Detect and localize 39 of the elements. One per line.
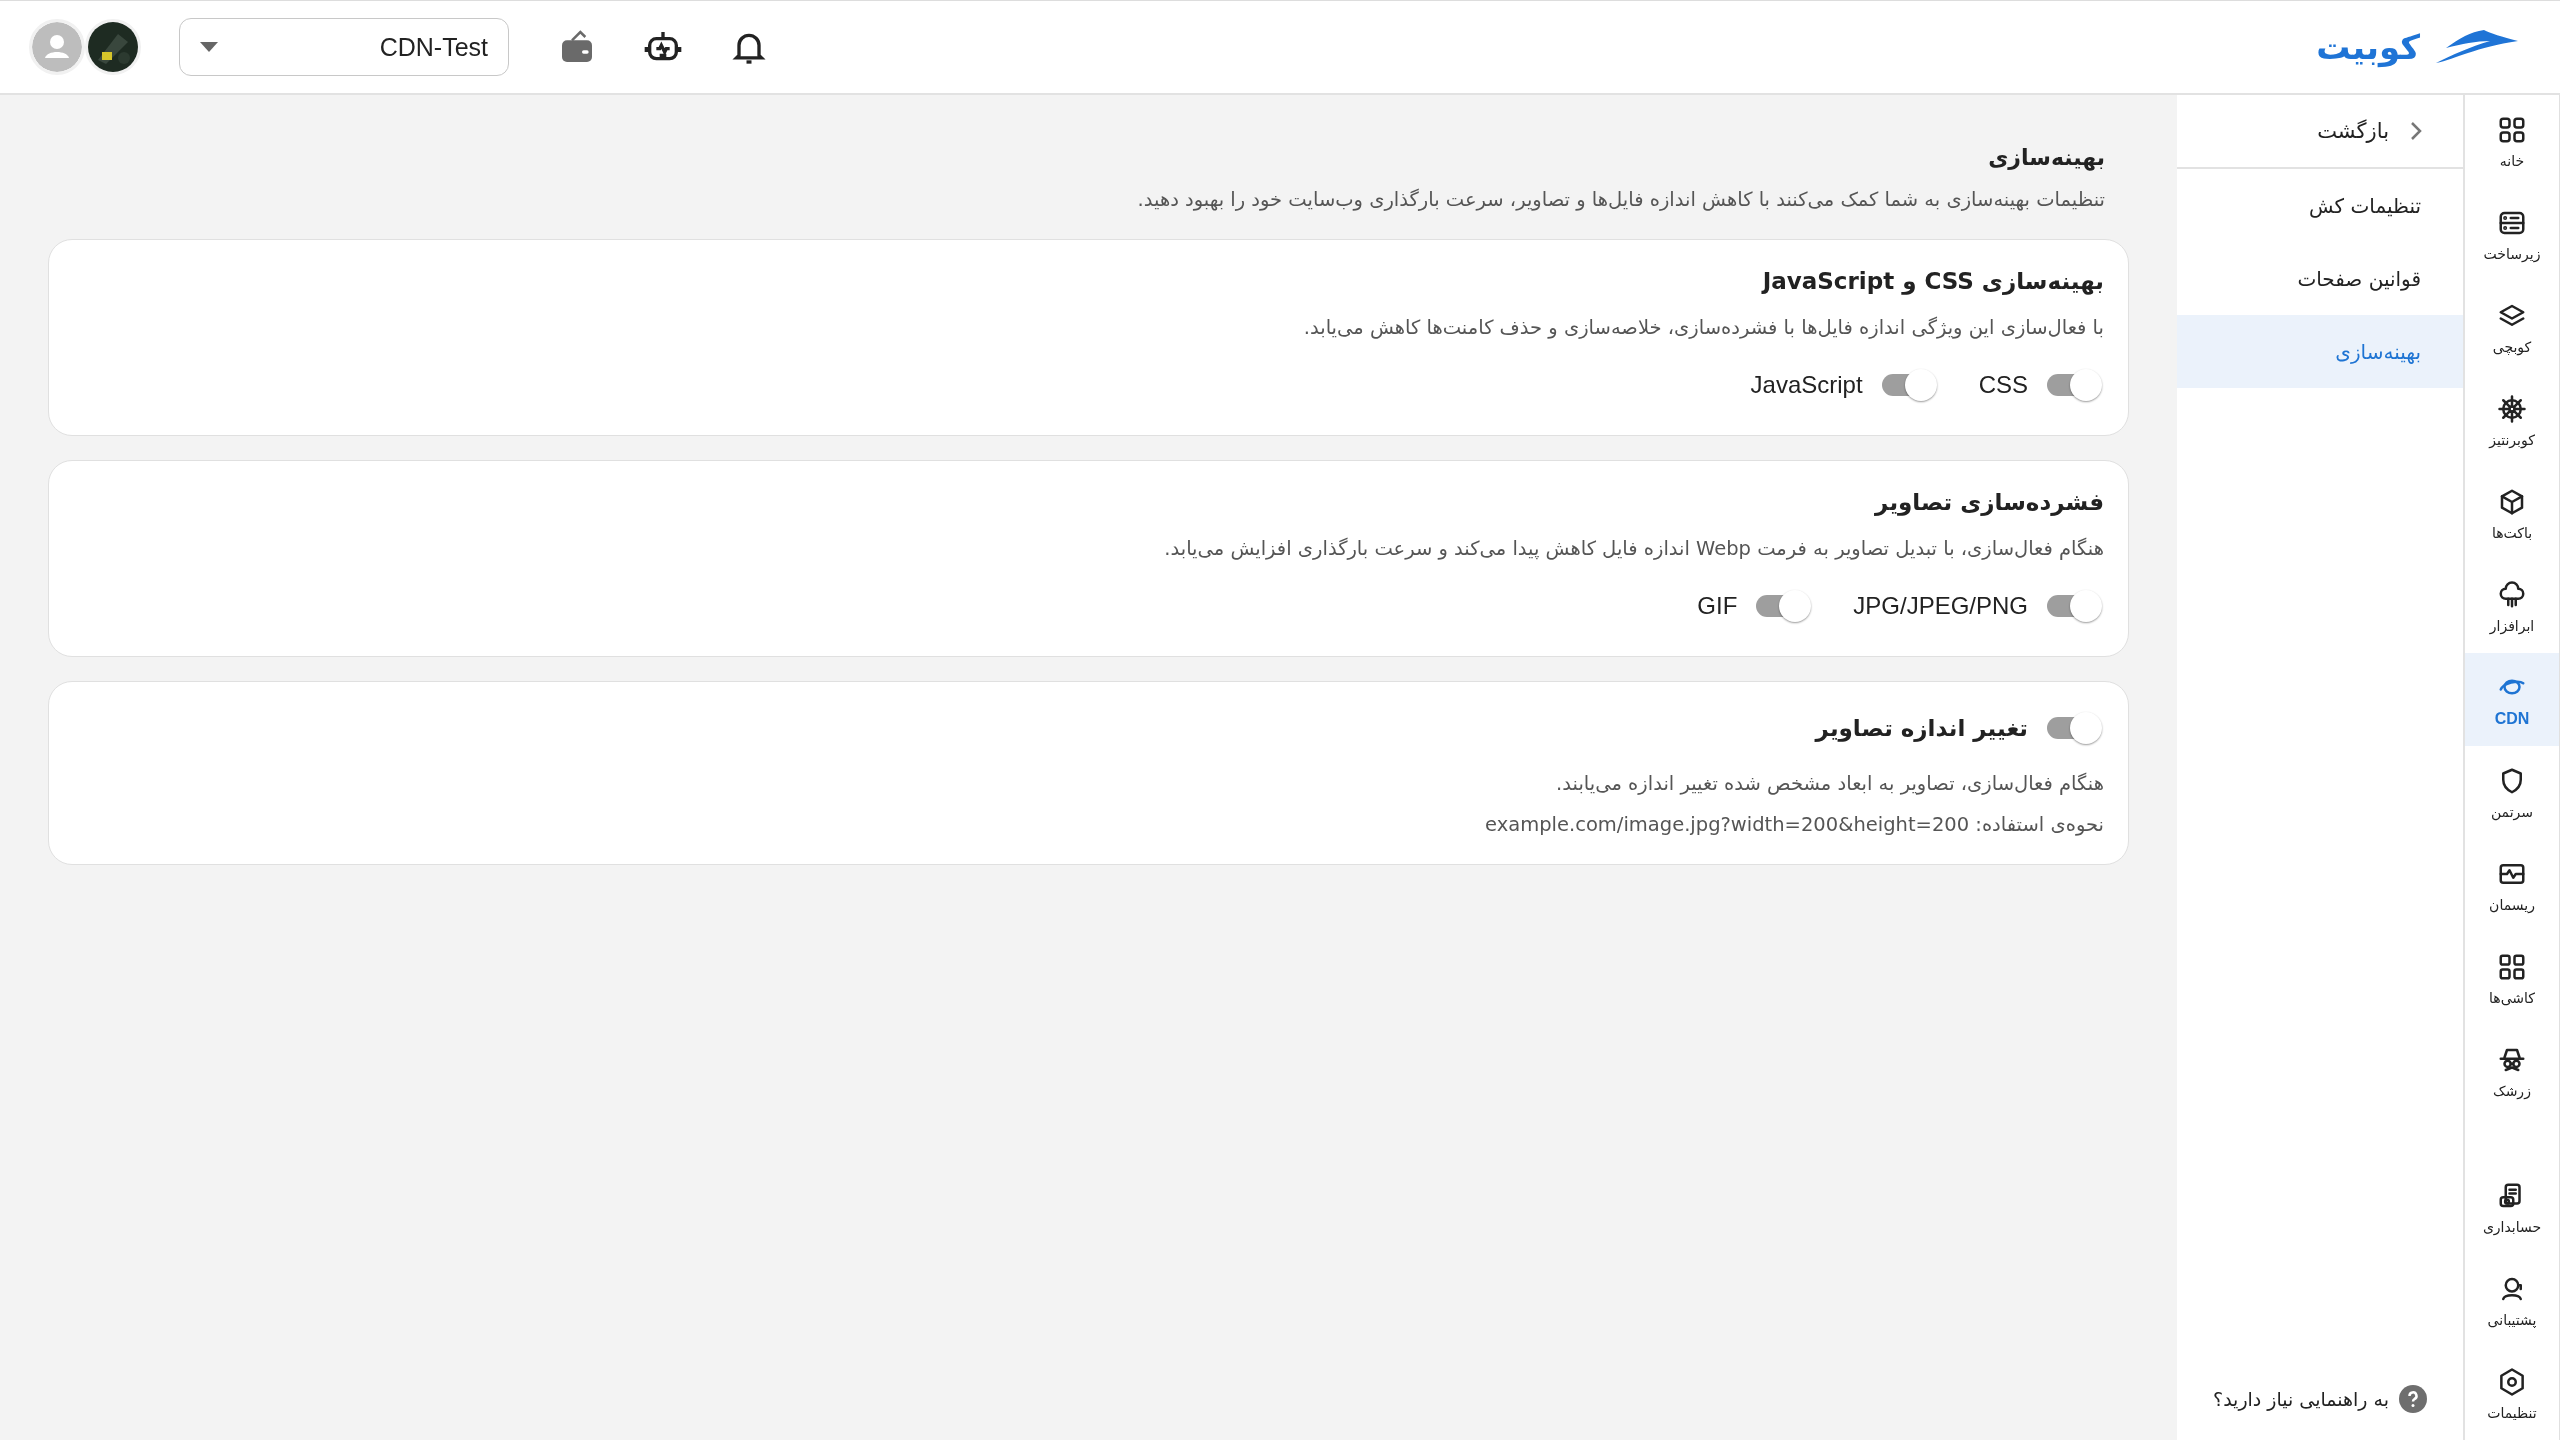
toggle-label: JavaScript [1750, 371, 1863, 399]
nav-item[interactable]: پشتیبانی [2465, 1254, 2559, 1347]
toggle-label: CSS [1978, 371, 2028, 399]
cloud-icon [2497, 579, 2527, 610]
page-title: بهینه‌سازی [1987, 145, 2105, 170]
caret-icon [200, 42, 218, 52]
nav-item[interactable]: سرتمن [2465, 746, 2559, 839]
nav-item[interactable]: حسابداری [2465, 1161, 2559, 1254]
nav-item[interactable]: کوبرنتیز [2465, 374, 2559, 467]
settings-icon [2497, 1366, 2527, 1397]
menu-item[interactable]: قوانین صفحات [2177, 242, 2463, 315]
card-title: بهینه‌سازی CSS و JavaScript [1760, 268, 2104, 294]
nav-item[interactable]: ریسمان [2465, 839, 2559, 932]
card-title: فشرده‌سازی تصاویر [1873, 489, 2104, 515]
nav-item[interactable]: کوبچی [2465, 281, 2559, 374]
nav-item[interactable]: CDN [2465, 653, 2559, 746]
nav-item[interactable]: زیرساخت [2465, 188, 2559, 281]
help-link[interactable]: به راهنمایی نیاز دارید؟ [2205, 1377, 2463, 1420]
card-title: تغییر اندازه تصاویر [1815, 715, 2028, 741]
nav-item[interactable]: زرشک [2465, 1025, 2559, 1118]
card-description: هنگام فعال‌سازی، با تبدیل تصاویر به فرمت Webp اندازه فایل کاهش پیدا می‌کند و سرعت بارگذاری افزایش می‌یابد. [1163, 537, 2104, 560]
project-select[interactable]: CDN-Test [179, 18, 509, 76]
nav-item[interactable]: کاشی‌ها [2465, 932, 2559, 1025]
card-description: هنگام فعال‌سازی، تصاویر به ابعاد مشخص شده تغییر اندازه می‌یابند. [1555, 772, 2104, 795]
nav-item[interactable]: خانه [2465, 95, 2559, 188]
menu-item[interactable]: بهینه‌سازی [2177, 315, 2463, 388]
help-icon [2399, 1384, 2427, 1413]
helm-icon [2497, 393, 2527, 424]
nav-item[interactable]: تنظیمات [2465, 1347, 2559, 1440]
nav-item[interactable]: باکت‌ها [2465, 467, 2559, 560]
usage-text: نحوه‌ی استفاده: example.com/image.jpg?width=200&height=200 [1484, 813, 2104, 836]
nav-item[interactable]: ابرافزار [2465, 560, 2559, 653]
toggle-label: JPG/JPEG/PNG [1853, 592, 2028, 620]
user-avatar-icon[interactable] [32, 22, 82, 72]
toggle-label: GIF [1697, 592, 1738, 620]
menu-item[interactable]: تنظیمات کش [2177, 169, 2463, 242]
page-description: تنظیمات بهینه‌سازی به شما کمک می‌کنند با کاهش اندازه فایل‌ها و تصاویر، سرعت بارگذاری وب‌سایت خود را بهبود دهید. [1136, 188, 2105, 211]
card-description: با فعال‌سازی این ویژگی اندازه فایل‌ها با فشرده‌سازی، خلاصه‌سازی و حذف کامنت‌ها کاهش می‌یابد. [1302, 316, 2104, 339]
logo-text: کوبیت [2316, 27, 2420, 67]
